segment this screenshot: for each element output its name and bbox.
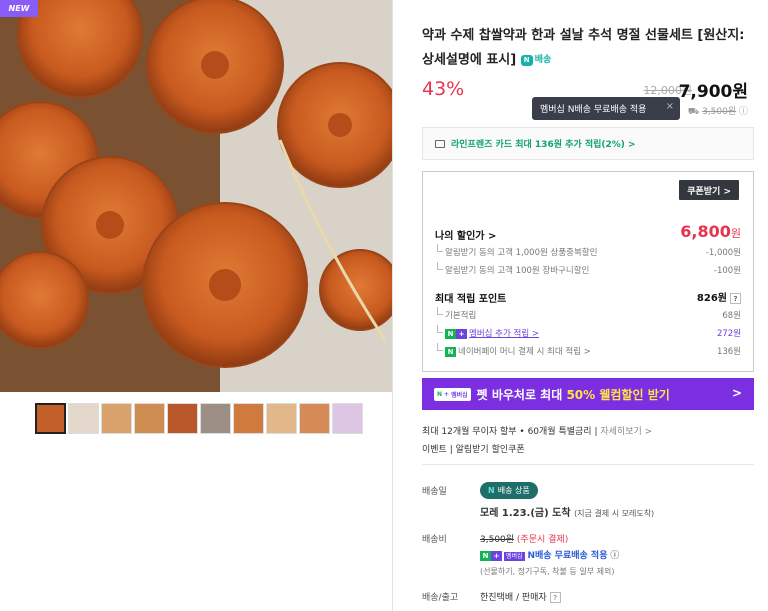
carrier-label: 배송/출고 xyxy=(422,593,459,603)
delivery-badge: N 배송 상품 xyxy=(480,482,538,499)
thumbnail[interactable] xyxy=(68,403,99,434)
point-item-value: 272원 xyxy=(716,329,741,339)
point-item-membership[interactable]: N + 멤버십 추가 적립 > xyxy=(437,325,539,339)
thumbnail-strip xyxy=(35,403,363,434)
point-item: 기본적립 xyxy=(436,307,477,321)
carrier-value: 한진택배 / 판매자 ? xyxy=(480,590,561,603)
product-page: NEW 약과 수제 찹쌀약과 한과 설날 추석 명절 선물세트 [원산지:상세설… xyxy=(0,0,768,611)
my-discount-value: 6,800원 xyxy=(680,222,741,241)
discount-item-value: -100원 xyxy=(713,266,741,276)
truck-icon: ⛟ xyxy=(687,107,700,117)
fee-label: 배송비 xyxy=(422,535,447,545)
thumbnail[interactable] xyxy=(134,403,165,434)
event-info[interactable]: 이벤트 | 알림받기 할인쿠폰 xyxy=(422,442,525,455)
info-icon[interactable]: ⓘ xyxy=(610,551,619,561)
npay-delivery-badge: N 배송 xyxy=(520,48,551,72)
divider xyxy=(392,0,393,611)
npay-icon: N xyxy=(445,346,456,357)
n-plus-icon: N + xyxy=(480,550,502,561)
thumbnail[interactable] xyxy=(35,403,66,434)
fee-exception: (선물하기, 정기구독, 착불 등 일부 제외) xyxy=(480,567,615,576)
discount-item: 알림받기 동의 고객 1,000원 상품중복할인 xyxy=(436,244,598,258)
coupon-button[interactable]: 쿠폰받기 > xyxy=(679,180,739,200)
free-shipping: N + 멤버십 N배송 무료배송 적용 ⓘ xyxy=(480,548,619,561)
installment-info: 최대 12개월 무이자 할부 • 60개월 특별금리 | 자세히보기 > xyxy=(422,427,653,437)
fee-original: 3,500원 (주문시 결제) xyxy=(480,535,569,545)
n-plus-icon: N + xyxy=(445,328,467,339)
help-icon[interactable]: ? xyxy=(549,592,561,603)
point-item-value: 68원 xyxy=(722,311,741,321)
discount-item-value: -1,000원 xyxy=(705,248,741,258)
main-product-image[interactable]: NEW xyxy=(0,0,392,392)
points-value: 826원? xyxy=(697,289,741,304)
thumbnail[interactable] xyxy=(167,403,198,434)
thumbnail[interactable] xyxy=(200,403,231,434)
new-badge: NEW xyxy=(0,0,38,17)
thumbnail[interactable] xyxy=(101,403,132,434)
discount-rate: 43% xyxy=(422,78,465,100)
divider xyxy=(422,464,754,465)
shipping-original: ⛟ 3,500원 ⓘ xyxy=(687,107,748,117)
details-link[interactable]: 자세히보기 > xyxy=(600,427,652,437)
gallery: NEW xyxy=(0,0,392,611)
thumbnail[interactable] xyxy=(233,403,264,434)
my-discount-label[interactable]: 나의 할인가 > xyxy=(435,227,496,242)
membership-badge: N + 멤버십 xyxy=(434,387,471,401)
thumbnail[interactable] xyxy=(266,403,297,434)
thumbnail[interactable] xyxy=(332,403,363,434)
chevron-right-icon: > xyxy=(731,386,742,400)
n-icon: N xyxy=(488,486,495,495)
product-title: 약과 수제 찹쌀약과 한과 설날 추석 명절 선물세트 [원산지:상세설명에 표… xyxy=(422,24,754,73)
discount-item: 알림받기 동의 고객 100원 장바구니할인 xyxy=(436,262,590,276)
help-icon[interactable]: ? xyxy=(730,292,741,304)
info-icon[interactable]: ⓘ xyxy=(739,107,748,117)
shipping-tooltip: 멤버십 N배송 무료배송 적용 × xyxy=(532,97,680,120)
membership-banner[interactable]: N + 멤버십 펫 바우처로 최대 50% 웰컴할인 받기 > xyxy=(422,378,754,410)
point-item-npay[interactable]: N 네이버페이 머니 결제 시 최대 적립 > xyxy=(437,343,591,357)
sale-price: 7,900원 xyxy=(678,82,748,102)
yakgwa-image xyxy=(0,0,392,392)
thumbnail[interactable] xyxy=(299,403,330,434)
close-icon[interactable]: × xyxy=(666,101,674,112)
n-icon: N xyxy=(520,54,533,66)
arrival-info: 모레 1.23.(금) 도착 (지금 결제 시 모레도착) xyxy=(480,508,655,519)
point-item-value: 136원 xyxy=(716,347,741,357)
card-promo[interactable]: 라인프렌즈 카드 최대 136원 추가 적립(2%) > xyxy=(422,127,754,160)
discount-box: 쿠폰받기 > 나의 할인가 > 6,800원 알림받기 동의 고객 1,000원… xyxy=(422,171,754,372)
points-label: 최대 적립 포인트 xyxy=(435,294,507,305)
delivery-label: 배송일 xyxy=(422,487,447,497)
card-icon xyxy=(435,139,445,148)
